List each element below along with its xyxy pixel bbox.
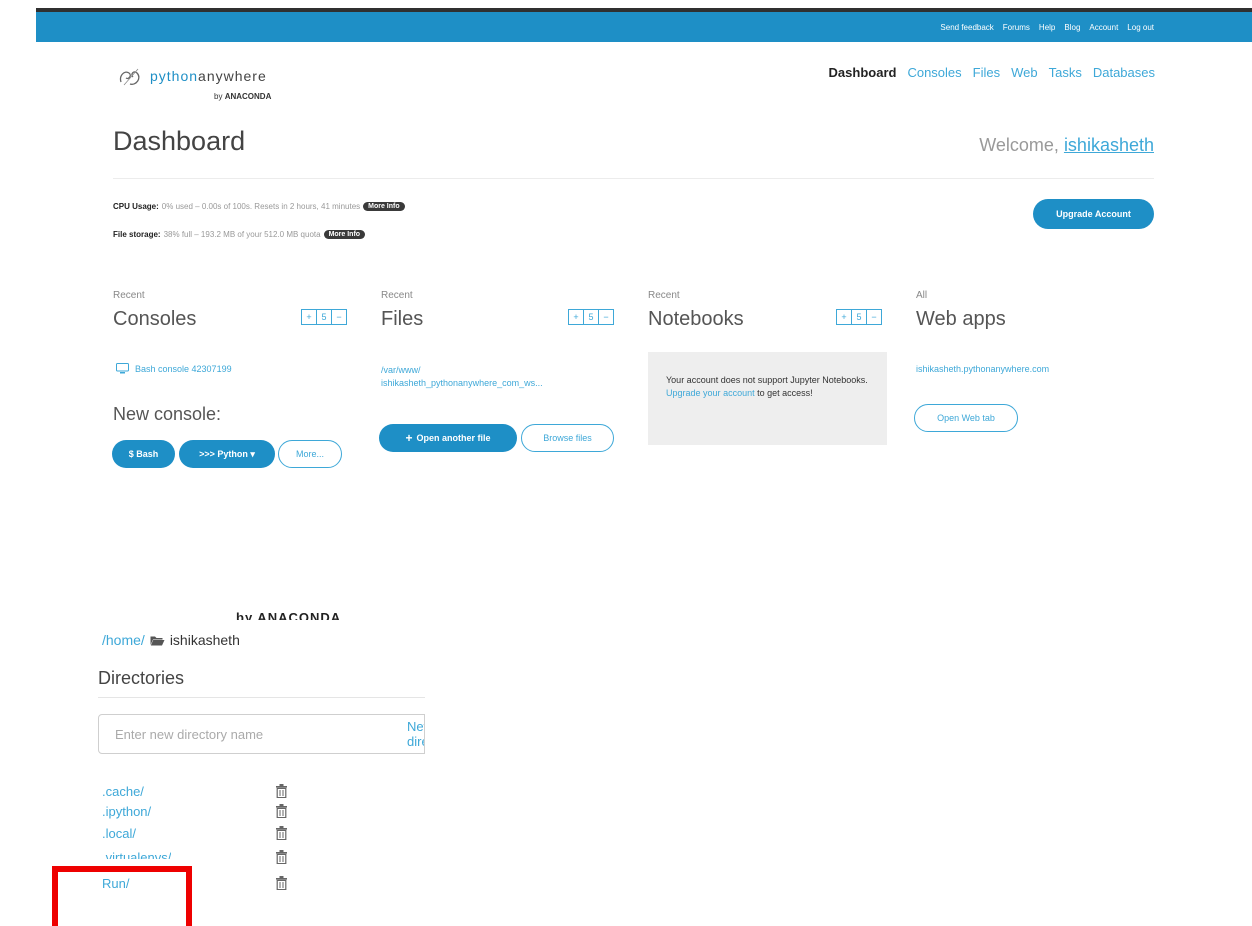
plus-icon: + [405, 431, 413, 445]
open-another-file-button[interactable]: + Open another file [379, 424, 517, 452]
header-divider [113, 178, 1154, 179]
notebooks-count: 5 [851, 309, 867, 325]
monitor-icon [116, 363, 129, 374]
nav-tasks[interactable]: Tasks [1049, 65, 1082, 80]
account-link[interactable]: Account [1089, 23, 1118, 32]
logo-anaconda: ANACONDA [224, 92, 272, 101]
open-folder-icon [150, 636, 165, 645]
upgrade-link-2[interactable]: account [723, 388, 755, 398]
files-sub: Recent [381, 290, 413, 301]
help-link[interactable]: Help [1039, 23, 1055, 32]
logo-text-python: python [150, 68, 199, 84]
dir-link-virtualenvs[interactable]: .virtualenvs/ [102, 850, 171, 859]
consoles-count: 5 [316, 309, 332, 325]
webapps-title: Web apps [916, 308, 1006, 330]
storage-label: File storage: [113, 230, 161, 239]
snake-logo-icon [119, 68, 140, 86]
nav-dashboard[interactable]: Dashboard [829, 65, 897, 80]
new-console-label: New console: [113, 404, 222, 424]
cpu-usage-line: CPU Usage: 0% used – 0.00s of 100s. Rese… [113, 202, 405, 211]
logo-text-anywhere: anywhere [198, 68, 267, 84]
nav-databases[interactable]: Databases [1093, 65, 1155, 80]
blog-link[interactable]: Blog [1064, 23, 1080, 32]
cpu-more-info-button[interactable]: More Info [363, 202, 405, 211]
notebooks-title: Notebooks [648, 308, 744, 330]
upgrade-account-button[interactable]: Upgrade Account [1033, 199, 1154, 229]
files-count-control: + 5 − [568, 309, 614, 325]
webapp-link[interactable]: ishikasheth.pythonanywhere.com [916, 364, 1049, 374]
username-link[interactable]: ishikasheth [1064, 135, 1154, 155]
files-title: Files [381, 308, 424, 330]
new-python-dropdown-button[interactable]: >>> Python ▾ [179, 440, 275, 468]
delete-trash-icon[interactable] [276, 784, 287, 798]
delete-trash-icon[interactable] [276, 876, 287, 890]
files-count: 5 [583, 309, 599, 325]
storage-more-info-button[interactable]: More Info [323, 230, 366, 239]
breadcrumb-current-dir: ishikasheth [169, 632, 240, 648]
delete-trash-icon[interactable] [276, 804, 287, 818]
main-nav: Dashboard Consoles Files Web Tasks Datab… [829, 65, 1155, 80]
dir-link-cache[interactable]: .cache/ [102, 784, 144, 799]
logo-by: by [214, 92, 223, 101]
delete-trash-icon[interactable] [276, 850, 287, 864]
recent-file-path-2[interactable]: ishikasheth_pythonanywhere_com_ws... [381, 377, 621, 390]
consoles-title: Consoles [113, 308, 197, 330]
highlight-box [52, 866, 192, 926]
delete-trash-icon[interactable] [276, 826, 287, 840]
notebooks-decrease-button[interactable]: − [866, 309, 882, 325]
notebooks-increase-button[interactable]: + [836, 309, 852, 325]
dir-link-local[interactable]: .local/ [102, 826, 136, 841]
notice-text-1: Your account does not support Jupyter No… [666, 375, 868, 385]
bash-console-link[interactable]: Bash console 42307199 [135, 364, 232, 374]
consoles-decrease-button[interactable]: − [331, 309, 347, 325]
storage-text: 38% full – 193.2 MB of your 512.0 MB quo… [163, 230, 321, 239]
cpu-usage-text: 0% used – 0.00s of 100s. Resets in 2 hou… [161, 202, 361, 211]
breadcrumb-home-link[interactable]: /home/ [102, 632, 145, 648]
new-directory-input[interactable] [98, 714, 394, 754]
more-consoles-button[interactable]: More... [278, 440, 342, 468]
logout-link[interactable]: Log out [1127, 23, 1154, 32]
nav-consoles[interactable]: Consoles [907, 65, 961, 80]
nav-web[interactable]: Web [1011, 65, 1038, 80]
welcome-prefix: Welcome, [979, 135, 1059, 155]
recent-console-item[interactable]: Bash console 42307199 [116, 363, 232, 374]
consoles-sub: Recent [113, 290, 145, 301]
browse-files-button[interactable]: Browse files [521, 424, 614, 452]
cpu-usage-label: CPU Usage: [113, 202, 159, 211]
open-another-file-label: Open another file [416, 433, 491, 443]
top-utility-bar: Send feedback Forums Help Blog Account L… [36, 12, 1252, 42]
recent-file-path-1[interactable]: /var/www/ [381, 364, 621, 377]
cropped-logo-fragment: by ANACONDA [236, 610, 342, 620]
breadcrumb: /home/ ishikasheth [102, 632, 240, 648]
consoles-increase-button[interactable]: + [301, 309, 317, 325]
directories-divider [98, 697, 425, 698]
notebooks-sub: Recent [648, 290, 680, 301]
new-bash-button[interactable]: $ Bash [112, 440, 175, 468]
page-title: Dashboard [113, 126, 246, 156]
forums-link[interactable]: Forums [1003, 23, 1030, 32]
webapps-sub: All [916, 290, 928, 301]
directories-title: Directories [98, 668, 185, 688]
files-decrease-button[interactable]: − [598, 309, 614, 325]
notice-text-2: to get access! [757, 388, 813, 398]
upgrade-link-1[interactable]: Upgrade your [666, 388, 721, 398]
consoles-count-control: + 5 − [301, 309, 347, 325]
storage-usage-line: File storage: 38% full – 193.2 MB of you… [113, 230, 366, 239]
notebooks-unsupported-notice: Your account does not support Jupyter No… [648, 352, 887, 445]
nav-files[interactable]: Files [973, 65, 1000, 80]
welcome-message: Welcome, ishikasheth [979, 135, 1154, 156]
send-feedback-link[interactable]: Send feedback [940, 23, 993, 32]
files-increase-button[interactable]: + [568, 309, 584, 325]
notebooks-count-control: + 5 − [836, 309, 882, 325]
recent-file-link[interactable]: /var/www/ ishikasheth_pythonanywhere_com… [381, 364, 621, 390]
open-web-tab-button[interactable]: Open Web tab [914, 404, 1018, 432]
new-directory-button[interactable]: New directory [393, 714, 425, 754]
dir-link-ipython[interactable]: .ipython/ [102, 804, 151, 819]
